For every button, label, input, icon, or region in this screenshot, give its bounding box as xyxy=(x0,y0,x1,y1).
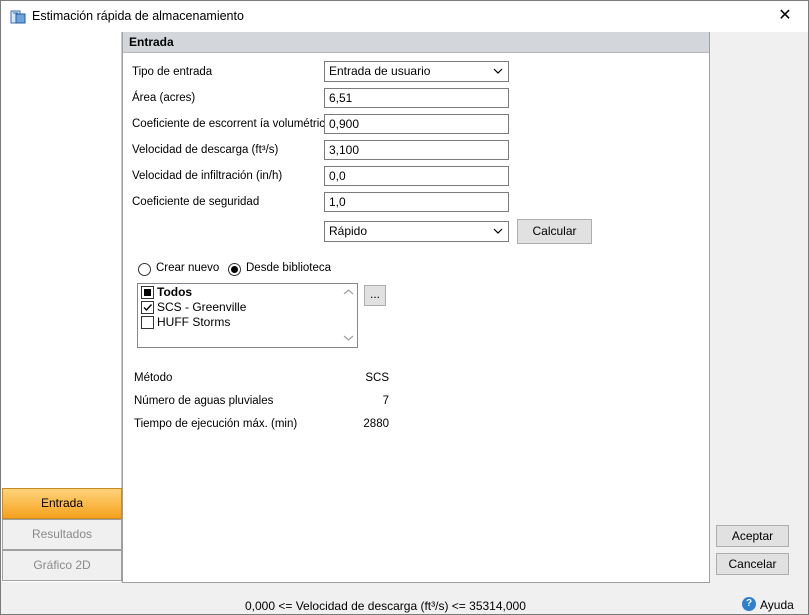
num-aguas-value: 7 xyxy=(382,395,389,407)
radio-desde-biblioteca-label: Desde biblioteca xyxy=(246,262,332,274)
window-title: Estimación rápida de almacenamiento xyxy=(32,9,244,23)
entrada-panel: Entrada Tipo de entrada Entrada de usuar… xyxy=(122,32,710,583)
vel-infiltracion-label: Velocidad de infiltración (in/h) xyxy=(132,170,283,182)
help-icon: ? xyxy=(742,597,756,611)
tiempo-ejecucion-label: Tiempo de ejecución máx. (min) xyxy=(134,418,298,430)
area-input[interactable]: 6,51 xyxy=(324,88,509,108)
tipo-entrada-dropdown[interactable]: Entrada de usuario xyxy=(324,61,509,82)
list-item-label: SCS - Greenville xyxy=(157,300,247,314)
calcular-button[interactable]: Calcular xyxy=(517,219,592,244)
method-dropdown[interactable]: Rápido xyxy=(324,221,509,242)
checkbox-todos[interactable] xyxy=(141,286,154,299)
dialog-window: Estimación rápida de almacenamiento ✕ En… xyxy=(0,0,809,615)
scroll-up-icon[interactable] xyxy=(343,288,354,296)
list-scrollbar[interactable] xyxy=(340,284,357,347)
radio-desde-biblioteca[interactable] xyxy=(228,263,241,276)
titlebar: Estimación rápida de almacenamiento ✕ xyxy=(1,1,808,32)
status-bar: 0,000 <= Velocidad de descarga (ft³/s) <… xyxy=(1,583,808,614)
nav-grafico-2d[interactable]: Gráfico 2D xyxy=(2,550,122,581)
list-item-label: Todos xyxy=(157,285,193,299)
radio-crear-nuevo[interactable] xyxy=(138,263,151,276)
vel-infiltracion-input[interactable]: 0,0 xyxy=(324,166,509,186)
status-message: 0,000 <= Velocidad de descarga (ft³/s) <… xyxy=(245,599,526,613)
checkbox-huff-storms[interactable] xyxy=(141,316,154,329)
aceptar-button[interactable]: Aceptar xyxy=(716,525,789,547)
area-label: Área (acres) xyxy=(132,92,196,104)
cancelar-button[interactable]: Cancelar xyxy=(716,553,789,575)
coef-escorrentia-label: Coeficiente de escorrent ía volumétrica xyxy=(132,118,332,130)
coef-escorrentia-input[interactable]: 0,900 xyxy=(324,114,509,134)
metodo-value: SCS xyxy=(365,372,389,384)
tiempo-ejecucion-value: 2880 xyxy=(363,418,389,430)
metodo-label: Método xyxy=(134,372,173,384)
list-item-label: HUFF Storms xyxy=(157,315,231,329)
num-aguas-label: Número de aguas pluviales xyxy=(134,395,274,407)
close-button[interactable]: ✕ xyxy=(762,1,808,31)
coef-seguridad-label: Coeficiente de seguridad xyxy=(132,196,260,208)
nav-entrada[interactable]: Entrada xyxy=(2,488,122,519)
coef-seguridad-input[interactable]: 1,0 xyxy=(324,192,509,212)
radio-crear-nuevo-label: Crear nuevo xyxy=(156,262,220,274)
check-icon xyxy=(143,304,153,312)
section-header-entrada: Entrada xyxy=(123,32,709,53)
chevron-down-icon xyxy=(493,228,503,234)
tipo-entrada-value: Entrada de usuario xyxy=(329,64,431,78)
left-nav-panel: Entrada Resultados Gráfico 2D xyxy=(1,32,122,582)
method-value: Rápido xyxy=(329,224,368,238)
close-icon: ✕ xyxy=(778,7,792,24)
scroll-down-icon[interactable] xyxy=(343,334,354,342)
library-listbox[interactable]: Todos SCS - Greenville HUFF Storms xyxy=(137,283,358,348)
vel-descarga-input[interactable]: 3,100 xyxy=(324,140,509,160)
checkbox-scs-greenville[interactable] xyxy=(141,301,154,314)
nav-resultados[interactable]: Resultados xyxy=(2,519,122,550)
chevron-down-icon xyxy=(493,68,503,74)
vel-descarga-label: Velocidad de descarga (ft³/s) xyxy=(132,144,279,156)
browse-library-button[interactable]: ... xyxy=(364,285,386,306)
tipo-entrada-label: Tipo de entrada xyxy=(132,66,213,78)
help-label: Ayuda xyxy=(760,598,794,612)
app-storage-icon xyxy=(10,10,26,24)
